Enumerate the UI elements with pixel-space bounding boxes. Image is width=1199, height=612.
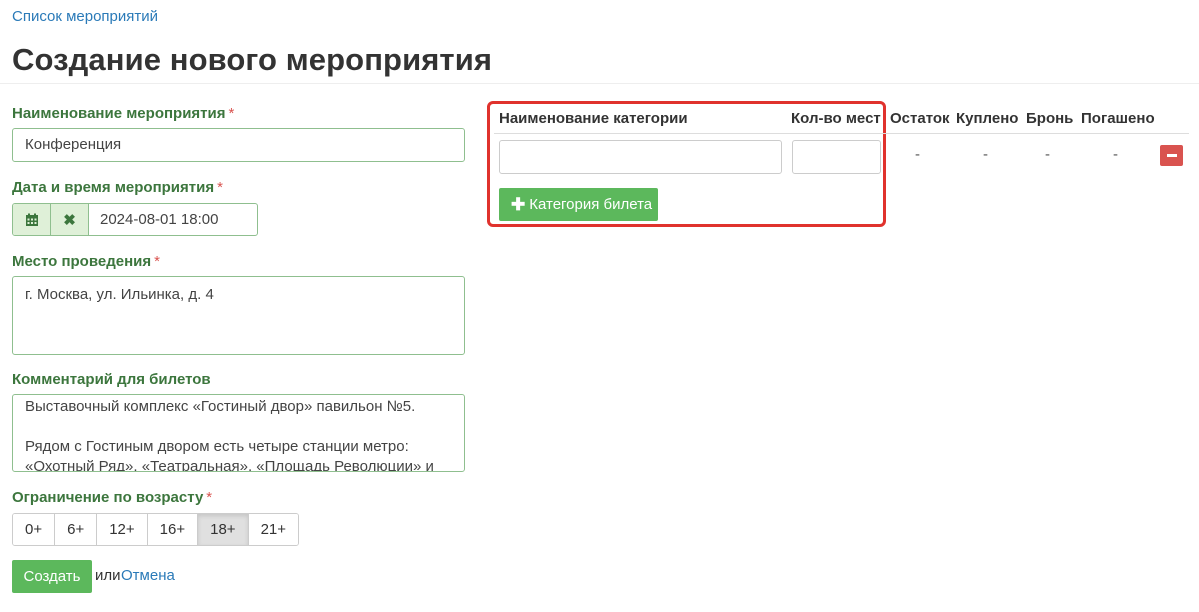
venue-label: Место проведения * [12, 253, 160, 270]
required-asterisk: * [206, 489, 213, 506]
cancel-link[interactable]: Отмена [121, 567, 175, 584]
add-ticket-category-label: Категория билета [529, 196, 653, 213]
age-option-12[interactable]: 12+ [97, 514, 148, 545]
close-icon: ✖ [63, 211, 76, 229]
page-title: Создание нового мероприятия [12, 42, 493, 77]
column-header-seats: Кол-во мест [791, 110, 881, 127]
datetime-picker: ✖ 2024-08-01 18:00 [12, 203, 258, 236]
ticket-comment-textarea[interactable]: Выставочный комплекс «Гостиный двор» пав… [12, 394, 465, 472]
breadcrumb-events-list-link[interactable]: Список мероприятий [12, 8, 158, 25]
age-restriction-label-text: Ограничение по возрасту [12, 489, 204, 506]
add-ticket-category-button[interactable]: ✚ Категория билета [499, 188, 658, 221]
age-restriction-label: Ограничение по возрасту * [12, 489, 212, 506]
datetime-input[interactable]: 2024-08-01 18:00 [89, 204, 257, 235]
cell-redeemed: - [1113, 146, 1118, 163]
event-datetime-label-text: Дата и время мероприятия [12, 179, 215, 196]
category-name-input[interactable] [499, 140, 782, 174]
cell-bought: - [983, 146, 988, 163]
cell-remaining: - [915, 146, 920, 163]
column-header-remaining: Остаток [890, 110, 950, 127]
age-option-6[interactable]: 6+ [55, 514, 98, 545]
event-name-input[interactable]: Конференция [12, 128, 465, 162]
remove-category-button[interactable] [1160, 145, 1183, 166]
venue-label-text: Место проведения [12, 253, 152, 270]
event-name-label-text: Наименование мероприятия [12, 105, 226, 122]
ticket-comment-label: Комментарий для билетов [12, 371, 211, 388]
required-asterisk: * [228, 105, 235, 122]
venue-textarea[interactable]: г. Москва, ул. Ильинка, д. 4 [12, 276, 465, 355]
column-header-category-name: Наименование категории [499, 110, 688, 127]
event-datetime-label: Дата и время мероприятия * [12, 179, 223, 196]
calendar-icon [25, 213, 38, 226]
column-header-bought: Куплено [956, 110, 1019, 127]
column-header-booked: Бронь [1026, 110, 1074, 127]
create-button[interactable]: Создать [12, 560, 92, 593]
required-asterisk: * [154, 253, 160, 270]
title-divider [0, 83, 1199, 84]
age-option-21[interactable]: 21+ [248, 514, 299, 545]
table-header-divider [494, 133, 1189, 134]
minus-icon [1166, 154, 1177, 157]
cell-booked: - [1045, 146, 1050, 163]
age-option-16[interactable]: 16+ [147, 514, 199, 545]
calendar-button[interactable] [13, 204, 51, 235]
clear-date-button[interactable]: ✖ [51, 204, 89, 235]
age-option-18[interactable]: 18+ [198, 514, 249, 545]
column-header-redeemed: Погашено [1081, 110, 1155, 127]
age-restriction-buttons: 0+ 6+ 12+ 16+ 18+ 21+ [12, 513, 300, 546]
event-name-label: Наименование мероприятия * [12, 105, 234, 122]
category-seats-input[interactable] [792, 140, 881, 174]
plus-icon: ✚ [511, 195, 526, 214]
age-option-0[interactable]: 0+ [13, 514, 56, 545]
required-asterisk: * [217, 179, 223, 196]
or-text: или [95, 567, 121, 584]
